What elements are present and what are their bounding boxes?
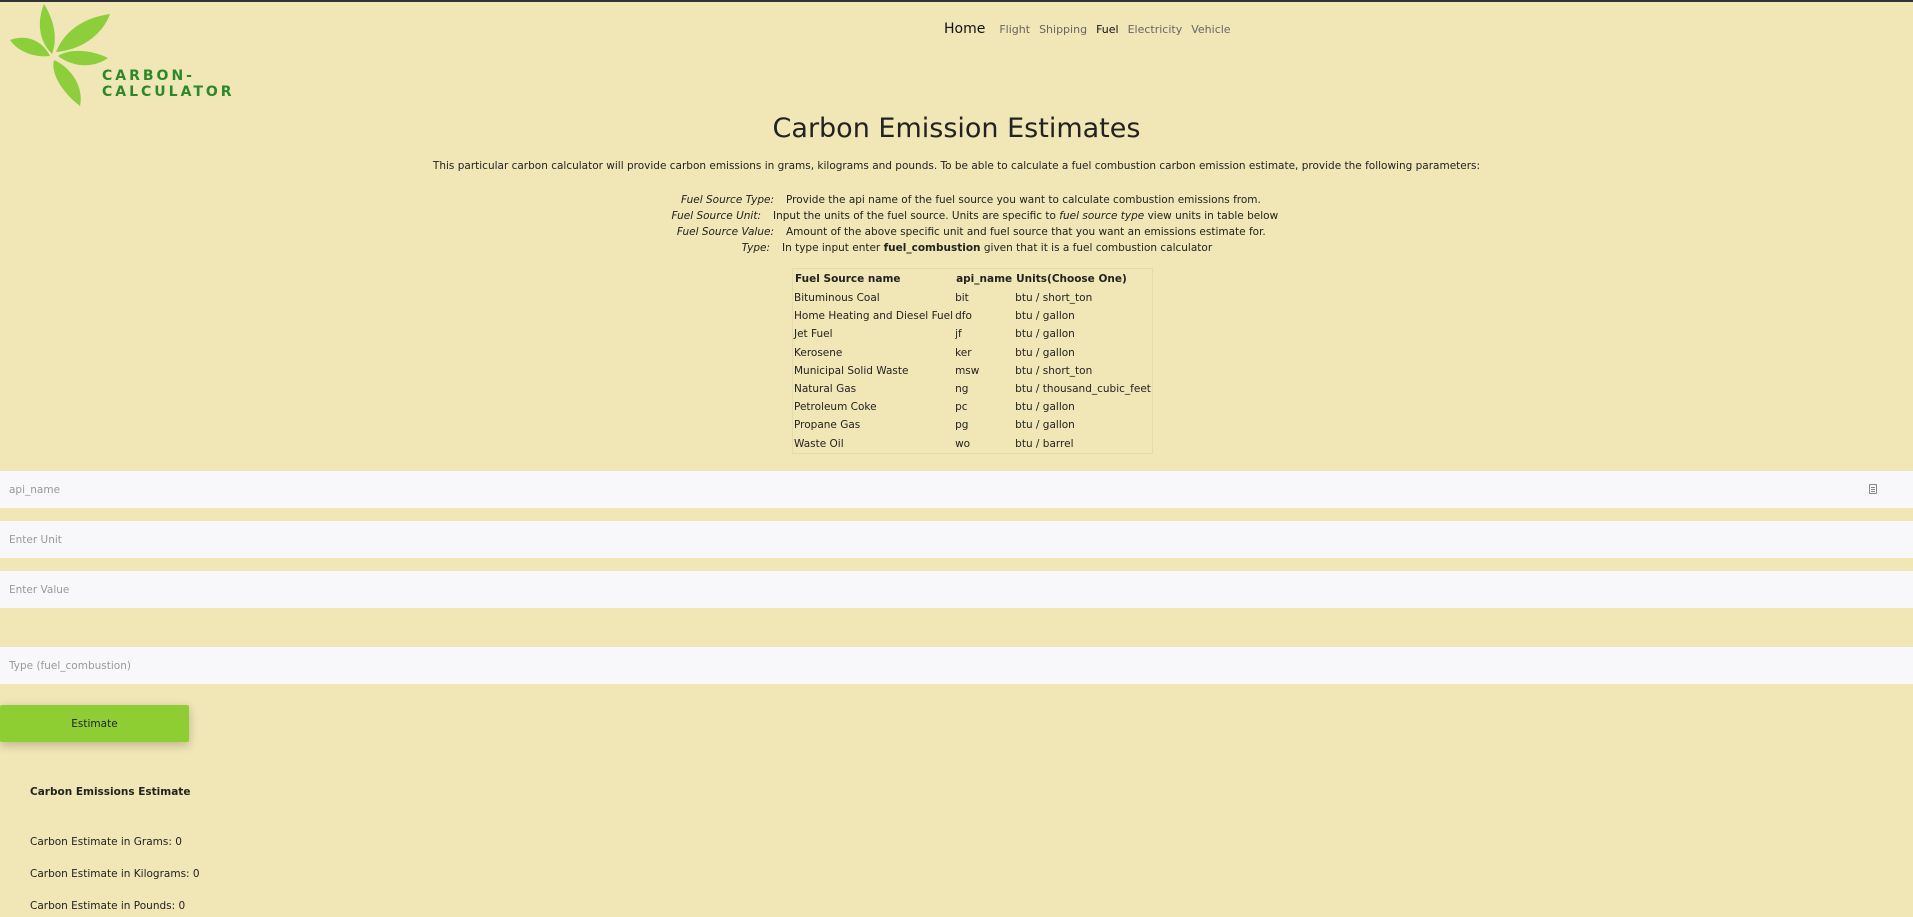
param-desc-emphasis: fuel source type [1059,210,1145,222]
value-input[interactable] [0,571,1913,608]
nav-fuel[interactable]: Fuel [1096,23,1119,36]
table-row: Home Heating and Diesel Fuel dfo btu / gal… [793,307,1153,325]
table-cell: pc [955,401,968,414]
results-heading: Carbon Emissions Estimate [30,786,191,798]
table-cell: btu / gallon [1015,310,1075,323]
table-row: Jet Fuel jf btu / gallon [793,325,1153,343]
table-cell: Propane Gas [794,419,861,432]
list-dropdown-icon[interactable] [1869,484,1877,494]
param-desc: Provide the api name of the fuel source … [786,194,1261,206]
page-title: Carbon Emission Estimates [772,113,1141,144]
table-row: Natural Gas ng btu / thousand_cubic_feet [793,380,1153,398]
table-cell: btu / thousand_cubic_feet [1015,383,1151,396]
nav-vehicle[interactable]: Vehicle [1191,23,1230,36]
table-cell: Bituminous Coal [794,292,880,305]
param-label: Fuel Source Value: [676,226,774,238]
leaf-logo-icon [10,4,110,106]
param-desc: Input the units of the fuel source. Unit… [773,210,1278,222]
intro-text: This particular carbon calculator will p… [432,160,1481,172]
table-cell: btu / short_ton [1015,364,1093,377]
unit-input[interactable] [0,521,1913,558]
table-cell: btu / gallon [1015,346,1075,359]
table-cell: Petroleum Coke [794,401,877,414]
param-desc-text: Input the units of the fuel source. Unit… [773,210,1060,222]
result-grams: Carbon Estimate in Grams: 0 [30,836,182,848]
table-cell: btu / gallon [1015,401,1075,414]
column-header: Units(Choose One) [1016,273,1127,285]
main-nav: Home Flight Shipping Fuel Electricity Ve… [944,21,1240,37]
table-cell: ker [955,346,972,359]
table-cell: Jet Fuel [794,328,833,341]
param-label: Type: [741,242,770,254]
table-cell: Kerosene [794,346,843,359]
table-cell: Municipal Solid Waste [794,364,909,377]
column-header: Fuel Source name [795,273,901,285]
type-input[interactable] [0,647,1913,684]
table-cell: bit [955,292,969,305]
param-label: Fuel Source Unit: [671,210,761,222]
param-desc-text: given that it is a fuel combustion calcu… [980,242,1213,254]
param-row-type: Type: In type input enter fuel_combustion… [560,240,1360,256]
table-cell: Natural Gas [794,383,857,396]
table-row: Municipal Solid Waste msw btu / short_ton [793,362,1153,380]
result-pounds: Carbon Estimate in Pounds: 0 [30,900,186,912]
fuel-source-table: Fuel Source name api_name Units(Choose O… [792,268,1153,454]
table-header-row: Fuel Source name api_name Units(Choose O… [793,269,1153,290]
table-cell: btu / gallon [1015,328,1075,341]
table-cell: ng [955,383,969,396]
table-cell: Home Heating and Diesel Fuel [794,310,954,323]
param-label: Fuel Source Type: [681,194,774,206]
nav-flight[interactable]: Flight [999,23,1030,36]
table-cell: jf [955,328,962,341]
table-row: Propane Gas pg btu / gallon [793,416,1153,434]
table-cell: wo [955,437,971,450]
nav-home[interactable]: Home [944,21,985,37]
table-row: Petroleum Coke pc btu / gallon [793,398,1153,416]
table-cell: btu / barrel [1015,437,1074,450]
table-cell: pg [955,419,969,432]
param-row-fuel-unit: Fuel Source Unit: Input the units of the … [560,208,1360,224]
nav-electricity[interactable]: Electricity [1128,23,1183,36]
table-cell: dfo [955,310,972,323]
logo[interactable]: CARBON-CALCULATOR [10,2,310,110]
column-header: api_name [956,273,1013,285]
brand-name: CARBON-CALCULATOR [102,68,235,100]
table-row: Waste Oil wo btu / barrel [793,435,1153,454]
param-desc-text: view units in table below [1144,210,1279,222]
param-row-fuel-type: Fuel Source Type: Provide the api name of… [560,192,1360,208]
table-cell: Waste Oil [794,437,844,450]
table-cell: msw [955,364,980,377]
table-row: Bituminous Coal bit btu / short_ton [793,289,1153,307]
param-desc: In type input enter fuel_combustion give… [782,242,1212,254]
api-name-input[interactable] [0,471,1913,508]
param-desc: Amount of the above specific unit and fu… [786,226,1266,238]
nav-shipping[interactable]: Shipping [1039,23,1087,36]
param-desc-text: In type input enter [782,242,884,254]
parameter-list: Fuel Source Type: Provide the api name of… [560,192,1360,256]
result-kilograms: Carbon Estimate in Kilograms: 0 [30,868,200,880]
estimate-button[interactable]: Estimate [0,705,189,742]
table-row: Kerosene ker btu / gallon [793,344,1153,362]
param-row-fuel-value: Fuel Source Value: Amount of the above sp… [560,224,1360,240]
table-cell: btu / gallon [1015,419,1075,432]
table-cell: btu / short_ton [1015,292,1093,305]
param-desc-strong: fuel_combustion [883,242,981,254]
